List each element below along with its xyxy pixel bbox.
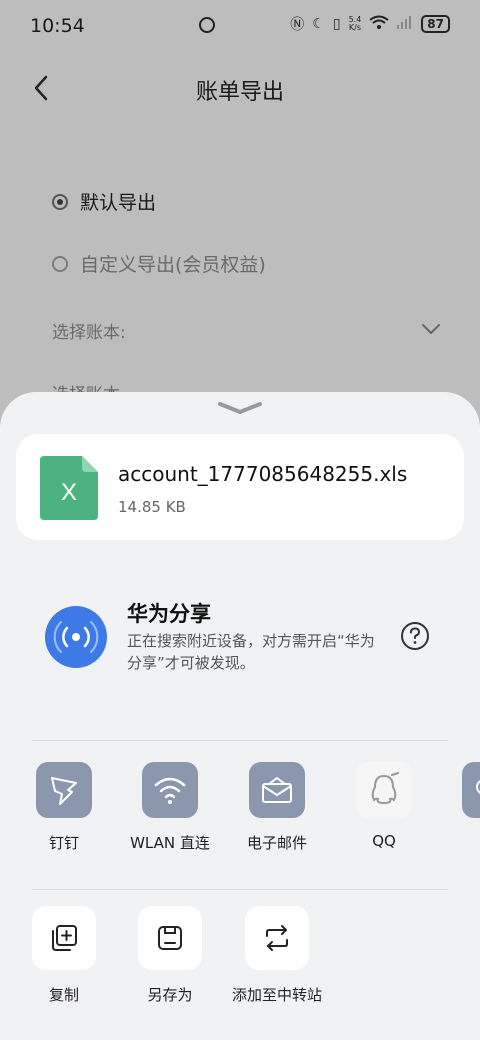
- divider: [32, 740, 448, 741]
- option-label: 自定义导出(会员权益): [80, 254, 266, 276]
- action-label: 另存为: [147, 986, 193, 1004]
- app-label: QQ: [372, 832, 396, 850]
- vibrate-icon: ▯: [332, 16, 341, 32]
- file-size: 14.85 KB: [118, 498, 186, 516]
- wifi-status-icon: [369, 15, 389, 33]
- action-label: 添加至中转站: [231, 986, 322, 1004]
- action-add-to-transfer-station[interactable]: 添加至中转站: [227, 906, 327, 1005]
- share-apps-row: 钉钉 WLAN 直连 电子邮件 QQ 微: [0, 762, 480, 872]
- radio-unchecked-icon[interactable]: [52, 255, 68, 272]
- share-app-dingtalk[interactable]: 钉钉: [16, 762, 112, 853]
- signal-icon: [397, 15, 413, 33]
- share-app-wlan-direct[interactable]: WLAN 直连: [122, 762, 218, 853]
- option-custom-export[interactable]: 自定义导出(会员权益): [52, 250, 266, 277]
- save-icon[interactable]: [138, 906, 202, 970]
- option-default-export[interactable]: 默认导出: [52, 188, 156, 215]
- excel-file-icon: X: [40, 456, 98, 520]
- share-actions-row: 复制 另存为 添加至中转站: [0, 906, 480, 1026]
- battery-indicator: 87: [421, 15, 450, 33]
- file-card: X account_1777085648255.xls 14.85 KB: [16, 434, 464, 540]
- share-sheet: X account_1777085648255.xls 14.85 KB 华为分…: [0, 392, 480, 1040]
- notification-icon: [199, 17, 215, 33]
- wechat-icon[interactable]: [462, 762, 480, 818]
- action-save-as[interactable]: 另存为: [120, 906, 220, 1005]
- chevron-down-icon[interactable]: [420, 318, 442, 340]
- huawei-share-description: 正在搜索附近设备，对方需开启“华为分享”才可被发现。: [127, 632, 375, 672]
- share-app-wechat[interactable]: 微: [442, 762, 480, 853]
- huawei-share-section[interactable]: 华为分享 正在搜索附近设备，对方需开启“华为分享”才可被发现。: [0, 582, 480, 692]
- dnd-moon-icon: ☾: [312, 16, 325, 32]
- collapse-handle-icon[interactable]: [216, 396, 264, 418]
- transfer-station-icon[interactable]: [245, 906, 309, 970]
- huawei-share-title: 华为分享: [127, 602, 211, 626]
- share-app-qq[interactable]: QQ: [336, 762, 432, 850]
- option-label: 默认导出: [80, 192, 157, 214]
- app-label: WLAN 直连: [130, 834, 210, 852]
- mail-icon[interactable]: [249, 762, 305, 818]
- app-label: 电子邮件: [246, 834, 307, 852]
- action-copy[interactable]: 复制: [14, 906, 114, 1005]
- dingtalk-icon[interactable]: [36, 762, 92, 818]
- speed-unit: K/s: [348, 23, 361, 32]
- help-circle-icon[interactable]: [400, 621, 430, 651]
- qq-icon[interactable]: [356, 762, 412, 818]
- app-label: 微: [442, 832, 480, 853]
- nfc-icon: Ⓝ: [290, 17, 305, 33]
- wifi-icon[interactable]: [142, 762, 198, 818]
- page-title: 账单导出: [195, 80, 284, 105]
- excel-icon-letter: X: [61, 479, 77, 506]
- radio-checked-icon[interactable]: [52, 193, 68, 210]
- file-name: account_1777085648255.xls: [118, 462, 408, 486]
- huawei-share-icon[interactable]: [45, 606, 107, 668]
- action-label: 复制: [48, 986, 79, 1004]
- app-label: 钉钉: [48, 834, 79, 852]
- network-speed: 5.4 K/s: [349, 16, 362, 32]
- copy-icon[interactable]: [32, 906, 96, 970]
- status-bar: 10:54 Ⓝ ☾ ▯ 5.4 K/s 87: [0, 0, 480, 54]
- book-select-label[interactable]: 选择账本:: [52, 318, 126, 343]
- status-indicators: Ⓝ ☾ ▯ 5.4 K/s 87: [290, 14, 450, 34]
- status-time: 10:54: [30, 15, 85, 37]
- share-app-email[interactable]: 电子邮件: [229, 762, 325, 853]
- divider: [32, 889, 448, 890]
